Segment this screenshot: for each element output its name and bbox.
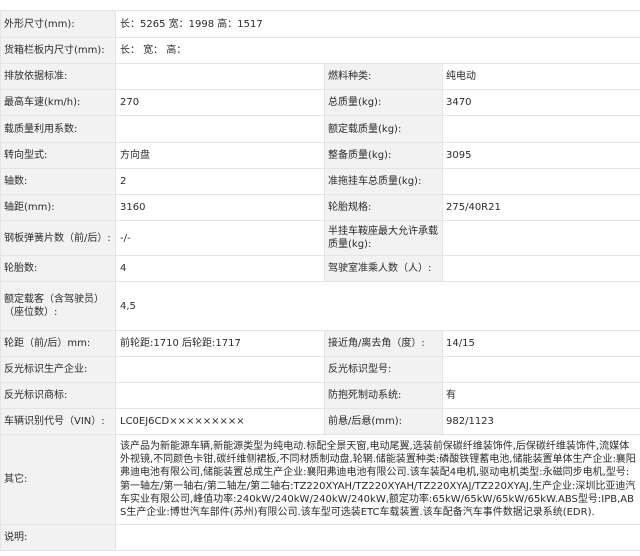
load-coefficient-value	[116, 116, 325, 143]
table-row: 排放依据标准: 燃料种类: 纯电动	[1, 64, 640, 90]
saddle-load-value	[443, 221, 640, 256]
note-label: 说明:	[1, 525, 116, 551]
fuel-type-label: 燃料种类:	[325, 64, 443, 90]
trailer-mass-value	[443, 169, 640, 195]
abs-value: 有	[443, 383, 640, 409]
steering-type-label: 转向型式:	[1, 143, 116, 169]
emission-standard-value	[116, 64, 325, 90]
total-mass-label: 总质量(kg):	[325, 90, 443, 116]
dims-label: 外形尺寸(mm):	[1, 11, 116, 38]
track-width-label: 轮距（前/后）mm:	[1, 331, 116, 357]
note-value	[116, 525, 640, 551]
cargo-box-label: 货箱栏板内尺寸(mm):	[1, 38, 116, 64]
abs-label: 防抱死制动系统:	[325, 383, 443, 409]
table-row: 轮胎数: 4 驾驶室准乘人数（人）:	[1, 256, 640, 282]
table-row: 最高车速(km/h): 270 总质量(kg): 3470	[1, 90, 640, 116]
track-width-value: 前轮距:1710 后轮距:1717	[116, 331, 325, 357]
reflector-brand-label: 反光标识商标:	[1, 383, 116, 409]
max-speed-label: 最高车速(km/h):	[1, 90, 116, 116]
wheelbase-label: 轴距(mm):	[1, 195, 116, 221]
other-label: 其它:	[1, 435, 116, 525]
trailer-mass-label: 准拖挂车总质量(kg):	[325, 169, 443, 195]
table-row: 其它: 该产品为新能源车辆,新能源类型为纯电动.标配全景天窗,电动尾翼,选装前保…	[1, 435, 640, 525]
vin-label: 车辆识别代号（VIN）:	[1, 409, 116, 435]
saddle-load-label: 半挂车鞍座最大允许承载质量(kg):	[325, 221, 443, 256]
table-row: 说明:	[1, 525, 640, 551]
table-row: 钢板弹簧片数（前/后）: -/- 半挂车鞍座最大允许承载质量(kg):	[1, 221, 640, 256]
load-coefficient-label: 载质量利用系数:	[1, 116, 116, 143]
tire-spec-value: 275/40R21	[443, 195, 640, 221]
max-speed-value: 270	[116, 90, 325, 116]
wheelbase-value: 3160	[116, 195, 325, 221]
axle-count-label: 轴数:	[1, 169, 116, 195]
reflector-maker-label: 反光标识生产企业:	[1, 357, 116, 383]
table-row: 反光标识生产企业: 反光标识型号:	[1, 357, 640, 383]
overhang-value: 982/1123	[443, 409, 640, 435]
curb-mass-label: 整备质量(kg):	[325, 143, 443, 169]
tire-spec-label: 轮胎规格:	[325, 195, 443, 221]
cab-occupancy-label: 驾驶室准乘人数（人）:	[325, 256, 443, 282]
table-row: 轮距（前/后）mm: 前轮距:1710 后轮距:1717 接近角/离去角（度）:…	[1, 331, 640, 357]
cargo-box-value: 长： 宽： 高：	[116, 38, 640, 64]
reflector-maker-value	[116, 357, 325, 383]
axle-count-value: 2	[116, 169, 325, 195]
other-value: 该产品为新能源车辆,新能源类型为纯电动.标配全景天窗,电动尾翼,选装前保碳纤维装…	[116, 435, 640, 525]
leaf-spring-value: -/-	[116, 221, 325, 256]
overhang-label: 前悬/后悬(mm):	[325, 409, 443, 435]
reflector-model-label: 反光标识型号:	[325, 357, 443, 383]
cab-occupancy-value	[443, 256, 640, 282]
vin-value: LC0EJ6CD×××××××××	[116, 409, 325, 435]
fuel-type-value: 纯电动	[443, 64, 640, 90]
reflector-model-value	[443, 357, 640, 383]
table-row: 转向型式: 方向盘 整备质量(kg): 3095	[1, 143, 640, 169]
table-row: 轴距(mm): 3160 轮胎规格: 275/40R21	[1, 195, 640, 221]
table-row: 车辆识别代号（VIN）: LC0EJ6CD××××××××× 前悬/后悬(mm)…	[1, 409, 640, 435]
rated-seats-value: 4,5	[116, 282, 640, 331]
approach-departure-angle-label: 接近角/离去角（度）:	[325, 331, 443, 357]
leaf-spring-label: 钢板弹簧片数（前/后）:	[1, 221, 116, 256]
total-mass-value: 3470	[443, 90, 640, 116]
rated-load-value	[443, 116, 640, 143]
approach-departure-angle-value: 14/15	[443, 331, 640, 357]
reflector-brand-value	[116, 383, 325, 409]
dims-value: 长：5265 宽：1998 高：1517	[116, 11, 640, 38]
table-row: 反光标识商标: 防抱死制动系统: 有	[1, 383, 640, 409]
curb-mass-value: 3095	[443, 143, 640, 169]
steering-type-value: 方向盘	[116, 143, 325, 169]
table-row: 额定载客（含驾驶员）（座位数）: 4,5	[1, 282, 640, 331]
emission-standard-label: 排放依据标准:	[1, 64, 116, 90]
table-row: 载质量利用系数: 额定载质量(kg):	[1, 116, 640, 143]
tire-count-value: 4	[116, 256, 325, 282]
rated-seats-label: 额定载客（含驾驶员）（座位数）:	[1, 282, 116, 331]
table-row: 货箱栏板内尺寸(mm): 长： 宽： 高：	[1, 38, 640, 64]
table-row: 外形尺寸(mm): 长：5265 宽：1998 高：1517	[1, 11, 640, 38]
vehicle-spec-table: 外形尺寸(mm): 长：5265 宽：1998 高：1517 货箱栏板内尺寸(m…	[0, 10, 640, 551]
other-description: 该产品为新能源车辆,新能源类型为纯电动.标配全景天窗,电动尾翼,选装前保碳纤维装…	[120, 440, 637, 519]
rated-load-label: 额定载质量(kg):	[325, 116, 443, 143]
tire-count-label: 轮胎数:	[1, 256, 116, 282]
table-row: 轴数: 2 准拖挂车总质量(kg):	[1, 169, 640, 195]
